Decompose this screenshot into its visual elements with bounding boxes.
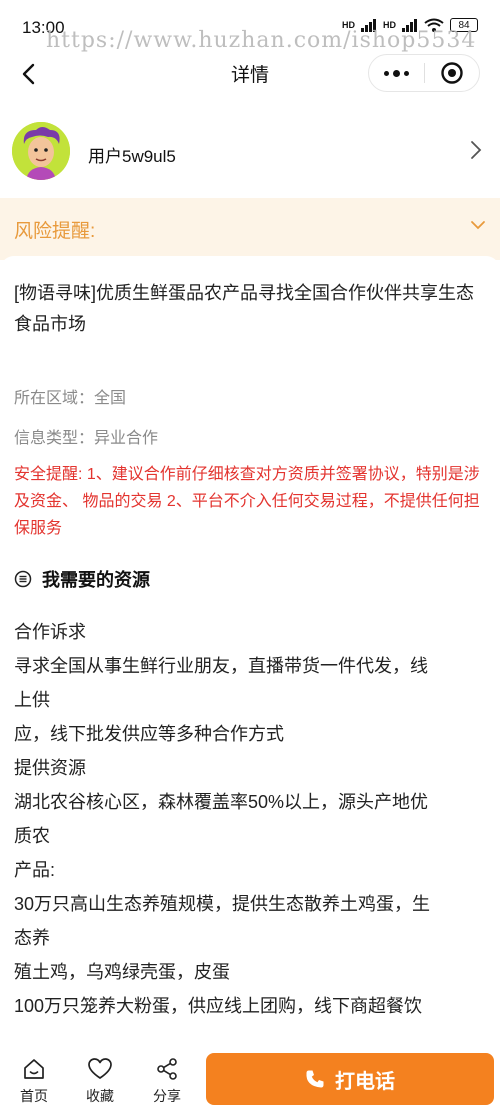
body-line: 湖北农谷核心区，森林覆盖率50%以上，源头产地优 (14, 792, 429, 812)
body-line: 上供 (14, 690, 50, 710)
phone-icon (306, 1070, 324, 1088)
body-line: 100万只笼养大粉蛋，供应线上团购，线下商超餐饮 (14, 996, 423, 1016)
miniapp-capsule (368, 54, 480, 92)
tab-home-label: 首页 (20, 1088, 48, 1104)
user-row[interactable]: 用户5w9ul5 (0, 118, 500, 188)
body-line: 质农 (14, 826, 50, 846)
avatar-illustration (12, 122, 70, 180)
chevron-down-icon (471, 221, 485, 230)
call-button[interactable]: 打电话 (206, 1053, 494, 1105)
section-title: 我需要的资源 (42, 570, 150, 590)
share-icon (157, 1058, 177, 1080)
body-line: 30万只高山生态养殖规模，提供生态散养土鸡蛋，生 (14, 894, 431, 914)
post-content: [物语寻味]优质生鲜蛋品农产品寻找全国合作伙伴共享生态食品市场 所在区域：全国 … (0, 256, 500, 1059)
chevron-right-icon (471, 141, 482, 159)
close-miniapp-button[interactable] (425, 61, 480, 85)
more-icon-dot (392, 69, 400, 77)
tab-share[interactable]: 分享 (142, 1055, 192, 1106)
body-line: 态养 (14, 928, 50, 948)
post-title: [物语寻味]优质生鲜蛋品农产品寻找全国合作伙伴共享生态食品市场 (14, 283, 474, 334)
body-line: 殖土鸡，乌鸡绿壳蛋，皮蛋 (14, 962, 230, 982)
safety-warning: 安全提醒: 1、建议合作前仔细核查对方资质并签署协议，特别是涉及资金、 物品的交… (14, 466, 480, 537)
heart-icon (88, 1058, 112, 1079)
tab-home[interactable]: 首页 (9, 1055, 59, 1106)
section-header: 我需要的资源 (14, 566, 150, 592)
more-button[interactable] (369, 69, 424, 77)
call-button-label: 打电话 (335, 1070, 395, 1093)
tab-favorite[interactable]: 收藏 (75, 1055, 125, 1106)
target-icon (441, 62, 463, 84)
more-icon-dot-2 (403, 70, 409, 76)
body-line: 寻求全国从事生鲜行业朋友，直播带货一件代发，线 (14, 656, 428, 676)
info-type-text: 信息类型：异业合作 (14, 430, 159, 447)
resource-description: 合作诉求 寻求全国从事生鲜行业朋友，直播带货一件代发，线 上供 应，线下批发供应… (14, 615, 488, 1023)
user-name: 用户5w9ul5 (88, 147, 176, 166)
region-text: 所在区域：全国 (14, 390, 127, 407)
risk-label: 风险提醒: (14, 221, 96, 242)
tab-favorite-label: 收藏 (86, 1088, 114, 1104)
body-line: 合作诉求 (14, 622, 86, 642)
risk-notice[interactable]: 风险提醒: (0, 198, 500, 260)
more-icon (383, 70, 389, 76)
home-icon (24, 1059, 44, 1079)
bottom-tabbar: 首页 收藏 分享 打电话 (0, 1051, 500, 1111)
body-line: 产品: (14, 860, 56, 880)
body-line: 提供资源 (14, 758, 86, 778)
avatar (12, 122, 70, 180)
nav-bar: 详情 (0, 48, 500, 100)
list-circle-icon (14, 570, 32, 588)
body-line: 应，线下批发供应等多种合作方式 (14, 724, 284, 744)
tab-share-label: 分享 (153, 1088, 181, 1104)
